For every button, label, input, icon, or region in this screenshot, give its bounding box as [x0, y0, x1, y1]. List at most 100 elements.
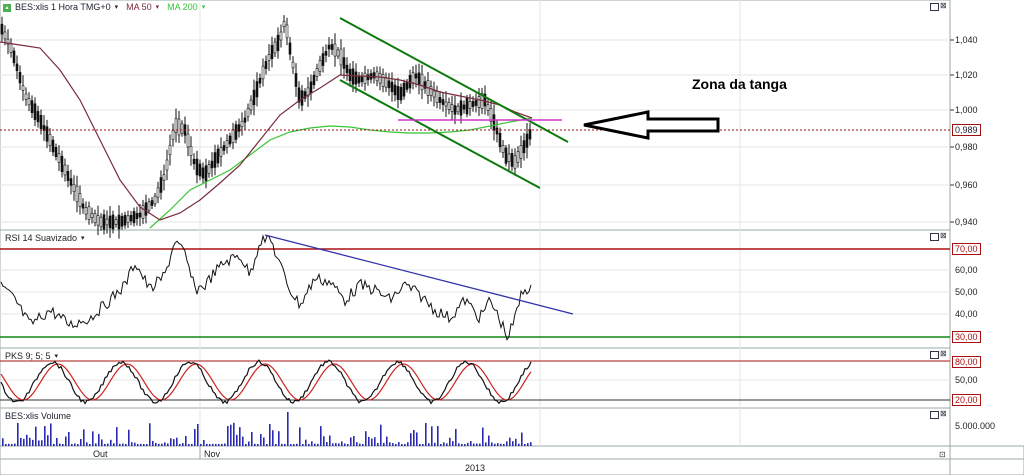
volume-bar [188, 443, 190, 446]
close-panel-icon[interactable]: ⊠ [940, 232, 947, 240]
close-panel-icon[interactable]: ⊠ [940, 350, 947, 358]
pks-label[interactable]: PKS 9; 5; 5 [5, 351, 51, 362]
pks-axis-label: 50,00 [955, 375, 978, 385]
price-panel-frame [0, 0, 951, 231]
price-axis-label: 1,020 [955, 70, 978, 80]
maximize-panel-icon[interactable] [930, 411, 939, 419]
price-candle-body [420, 73, 424, 91]
volume-bar [8, 443, 10, 446]
month-label: Out [93, 449, 108, 459]
volume-bar [251, 432, 253, 446]
volume-bar [311, 441, 313, 446]
price-candle-body [156, 187, 160, 198]
close-panel-icon[interactable]: ⊠ [940, 2, 947, 10]
price-candle-body [321, 53, 325, 66]
price-candle-body [282, 20, 286, 28]
price-candle-body [198, 163, 202, 177]
symbol-label[interactable]: BES:xlis 1 Hora TMG+0 [15, 2, 111, 13]
volume-bar [341, 441, 343, 446]
volume-bar [98, 434, 100, 446]
price-candle-body [219, 147, 223, 157]
price-candle-body [102, 214, 106, 230]
price-candle-body [165, 159, 169, 171]
symbol-dropdown-icon[interactable]: ▾ [115, 2, 119, 13]
volume-bar [323, 436, 325, 446]
volume-bar [227, 425, 229, 446]
price-candle-body [318, 60, 322, 72]
chart-canvas [0, 0, 1024, 475]
volume-bar [101, 439, 103, 446]
volume-bar [395, 443, 397, 446]
maximize-panel-icon[interactable] [930, 233, 939, 241]
volume-bar [272, 430, 274, 446]
price-candle-body [120, 216, 124, 227]
price-candle-body [261, 65, 265, 80]
price-candle-body [63, 164, 67, 176]
close-panel-icon[interactable]: ⊠ [940, 410, 947, 418]
rsi-label[interactable]: RSI 14 Suavizado [5, 233, 77, 244]
price-candle-body [57, 153, 61, 163]
price-candle-body [15, 63, 19, 72]
price-candle-body [336, 49, 340, 57]
price-candle-body [129, 215, 133, 222]
volume-bar [185, 435, 187, 446]
volume-bar [86, 442, 88, 446]
price-candle-body [522, 140, 526, 154]
price-candle-body [396, 86, 400, 100]
volume-bar [506, 441, 508, 446]
price-candle-body [312, 74, 316, 86]
scroll-right-icon[interactable]: ⊡ [939, 451, 946, 459]
month-label: Nov [204, 449, 221, 459]
ma200-dropdown-icon[interactable]: ▾ [202, 2, 206, 13]
pks-dropdown-icon[interactable]: ▾ [55, 351, 59, 362]
volume-bar [344, 443, 346, 446]
price-candle-body [387, 80, 391, 89]
volume-bar [113, 443, 115, 446]
rsi-panel-header: RSI 14 Suavizado ▾ [5, 233, 85, 244]
ma50-dropdown-icon[interactable]: ▾ [156, 2, 160, 13]
ma50-label[interactable]: MA 50 [126, 2, 152, 13]
maximize-panel-icon[interactable] [930, 3, 939, 11]
volume-axis-label: 5.000.000 [955, 421, 996, 431]
volume-bar [173, 439, 175, 446]
ma200-label[interactable]: MA 200 [167, 2, 198, 13]
price-candle-body [528, 129, 532, 140]
volume-bar [23, 438, 25, 446]
volume-bars [2, 412, 532, 446]
chart-type-icon[interactable]: ▴ [3, 3, 11, 12]
volume-bar [182, 443, 184, 446]
volume-bar [377, 442, 379, 446]
maximize-panel-icon[interactable] [930, 351, 939, 359]
price-candle-body [255, 81, 259, 98]
volume-bar [518, 443, 520, 446]
pks-k-line [0, 359, 532, 405]
rsi-dropdown-icon[interactable]: ▾ [81, 233, 85, 244]
price-candle-body [504, 147, 508, 164]
price-candle-body [21, 85, 25, 91]
price-candle-body [525, 133, 529, 148]
price-candle-body [363, 72, 367, 84]
price-candle-body [72, 184, 76, 192]
price-candle-body [153, 195, 157, 205]
volume-bar [191, 443, 193, 446]
price-candle-body [513, 155, 517, 169]
volume-bar [74, 443, 76, 446]
volume-bar [404, 443, 406, 446]
volume-bar [125, 443, 127, 446]
volume-label[interactable]: BES:xlis Volume [5, 411, 71, 422]
volume-bar [485, 442, 487, 446]
volume-bar [305, 439, 307, 446]
volume-bar [491, 442, 493, 446]
price-candle-body [270, 44, 274, 60]
volume-bar [176, 437, 178, 446]
volume-bar [389, 442, 391, 446]
volume-bar [308, 443, 310, 446]
volume-bar [170, 438, 172, 446]
volume-bar [386, 436, 388, 446]
volume-bar [401, 443, 403, 446]
volume-bar [107, 443, 109, 446]
volume-bar [224, 443, 226, 446]
price-candle-body [114, 219, 118, 225]
volume-bar [65, 436, 67, 446]
volume-bar [455, 428, 457, 446]
